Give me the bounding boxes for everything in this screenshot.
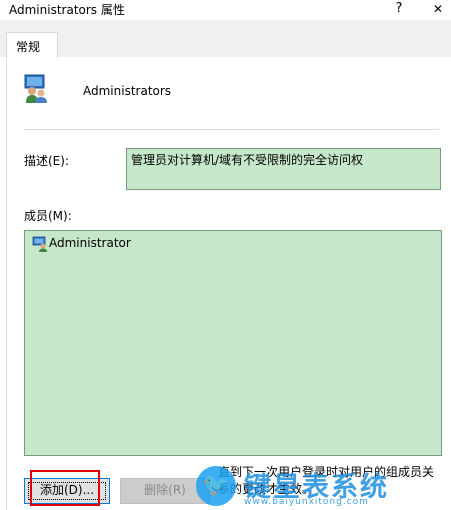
highlight-annotation <box>30 470 100 506</box>
help-button[interactable]: ? <box>382 0 416 20</box>
watermark-url: www.baiyunxitong.com <box>244 497 369 507</box>
members-label: 成员(M): <box>24 209 72 223</box>
group-users-icon <box>24 74 47 103</box>
members-list[interactable]: Administrator <box>24 230 442 456</box>
window-title: Administrators 属性 <box>9 3 125 17</box>
tab-general[interactable]: 常规 <box>6 32 58 58</box>
group-name: Administrators <box>83 84 172 98</box>
member-name: Administrator <box>49 236 131 250</box>
bird-logo-icon: 🐦 <box>196 466 236 506</box>
title-bar: Administrators 属性 ? ✕ <box>0 0 451 20</box>
user-icon <box>32 236 47 252</box>
watermark: 🐦 键星表系统 www.baiyunxitong.com <box>196 466 451 510</box>
divider <box>24 129 439 130</box>
tab-strip <box>0 20 451 57</box>
tab-general-label: 常规 <box>16 40 41 54</box>
close-button[interactable]: ✕ <box>425 0 451 20</box>
description-label: 描述(E): <box>24 154 69 168</box>
description-field[interactable]: 管理员对计算机/域有不受限制的完全访问权 <box>126 148 441 190</box>
